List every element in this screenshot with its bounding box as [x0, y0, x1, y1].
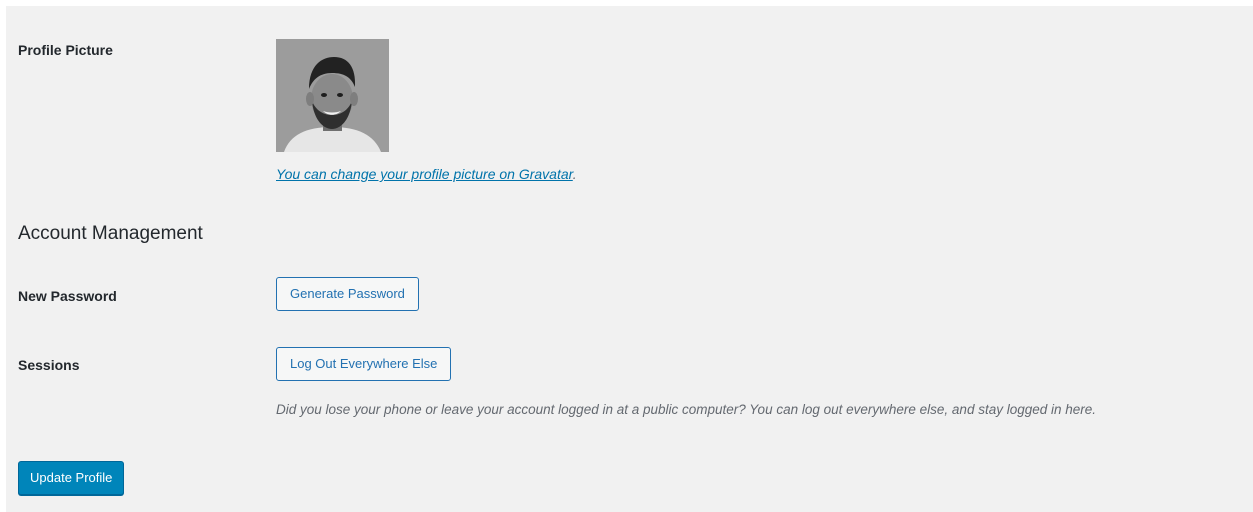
profile-picture-label: Profile Picture [18, 42, 113, 58]
profile-form-panel: Profile Picture You can change your prof… [6, 6, 1253, 512]
sessions-label: Sessions [18, 357, 80, 373]
gravatar-suffix: . [572, 166, 577, 182]
gravatar-link[interactable]: You can change your profile picture on G… [276, 166, 573, 182]
account-management-heading: Account Management [18, 223, 203, 244]
generate-password-button[interactable]: Generate Password [276, 277, 419, 311]
avatar-photo [276, 39, 389, 152]
log-out-everywhere-button[interactable]: Log Out Everywhere Else [276, 347, 452, 381]
new-password-label: New Password [18, 288, 117, 304]
update-profile-button[interactable]: Update Profile [18, 461, 125, 495]
sessions-description: Did you lose your phone or leave your ac… [276, 402, 1097, 417]
profile-avatar [276, 39, 389, 152]
gravatar-description: You can change your profile picture on G… [276, 166, 577, 182]
